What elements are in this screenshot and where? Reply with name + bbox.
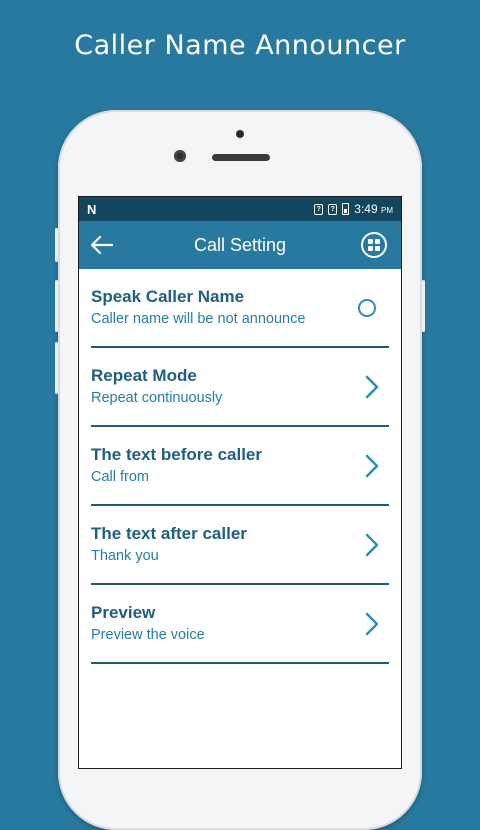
proximity-sensor (236, 130, 244, 138)
setting-text-after-caller[interactable]: The text after caller Thank you (91, 506, 389, 585)
setting-subtitle: Caller name will be not announce (91, 311, 306, 327)
setting-subtitle: Repeat continuously (91, 390, 223, 406)
earpiece-speaker (212, 154, 270, 161)
grid-icon (368, 239, 380, 251)
battery-icon (342, 203, 350, 215)
arrow-left-icon (91, 236, 113, 254)
status-bar: N ? ? 3:49 PM (79, 197, 401, 221)
setting-subtitle: Call from (91, 469, 150, 485)
settings-list: Speak Caller Name Caller name will be no… (79, 269, 401, 664)
promo-title: Caller Name Announcer (74, 30, 406, 61)
setting-title: Repeat Mode (91, 366, 197, 385)
front-camera (174, 150, 186, 162)
setting-subtitle: Thank you (91, 548, 159, 564)
grid-menu-button[interactable] (361, 232, 387, 258)
chevron-right-icon (365, 375, 379, 399)
sim2-icon: ? (328, 203, 338, 215)
phone-volume-down-button (55, 342, 58, 394)
setting-speak-caller-name[interactable]: Speak Caller Name Caller name will be no… (91, 269, 389, 348)
setting-subtitle: Preview the voice (91, 627, 205, 643)
setting-title: Speak Caller Name (91, 287, 245, 306)
setting-text-before-caller[interactable]: The text before caller Call from (91, 427, 389, 506)
notification-n-icon: N (87, 201, 97, 217)
phone-volume-up-button (55, 280, 58, 332)
setting-repeat-mode[interactable]: Repeat Mode Repeat continuously (91, 348, 389, 427)
app-bar: Call Setting (79, 221, 401, 269)
sim1-icon: ? (314, 203, 324, 215)
status-time-value: 3:49 (354, 202, 378, 216)
setting-title: Preview (91, 603, 156, 622)
setting-title: The text after caller (91, 524, 247, 543)
status-time: 3:49 PM (354, 202, 393, 216)
setting-preview[interactable]: Preview Preview the voice (91, 585, 389, 664)
phone-screen: N ? ? 3:49 PM Call Setting Speak Caller … (78, 196, 402, 769)
back-button[interactable] (89, 233, 115, 257)
phone-power-button (422, 280, 425, 332)
chevron-right-icon (365, 533, 379, 557)
page-title: Call Setting (193, 234, 287, 255)
chevron-right-icon (365, 612, 379, 636)
status-time-ampm: PM (381, 206, 393, 215)
phone-silent-switch (55, 228, 58, 262)
chevron-right-icon (365, 454, 379, 478)
toggle-off-icon (358, 299, 376, 317)
setting-title: The text before caller (91, 445, 263, 464)
speak-caller-name-toggle[interactable] (353, 294, 381, 322)
